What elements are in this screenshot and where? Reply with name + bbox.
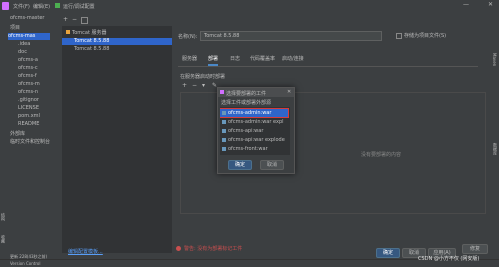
tomcat-group[interactable]: Tomcat 服务器 — [66, 30, 107, 37]
empty-hint: 没有要部署的内容 — [361, 152, 402, 158]
move-down-icon[interactable]: ▾ — [202, 82, 205, 89]
artifact-item[interactable]: ofcms-api:war explode — [222, 136, 285, 144]
warning-icon — [176, 246, 181, 251]
project-item[interactable]: ofcms-mas — [8, 33, 50, 40]
project-item[interactable]: ofcms-n — [18, 89, 38, 96]
project-item[interactable]: ofcms-c — [18, 65, 38, 72]
project-item[interactable]: ofcms-m — [18, 81, 40, 88]
name-input[interactable]: Tomcat 8.5.88 — [200, 31, 382, 41]
app-logo-icon — [220, 90, 224, 94]
ok-button[interactable]: 确定 — [376, 248, 400, 258]
artifact-list: ofcms-admin:war ofcms-admin:war expl ofc… — [220, 107, 290, 155]
warning-text: 警告: 没有为部署标记工件 — [184, 246, 243, 252]
project-item[interactable]: .idea — [18, 41, 30, 48]
close-button[interactable]: ✕ — [488, 1, 493, 8]
project-item[interactable]: LICENSE — [18, 105, 39, 112]
add-icon[interactable]: + — [63, 16, 68, 23]
watermark: CSDN @小方不仅 (网安版) — [418, 256, 480, 262]
tab-deploy[interactable]: 部署 — [208, 54, 219, 66]
tab-startup[interactable]: 启动/连接 — [282, 54, 304, 64]
modal-cancel-button[interactable]: 取消 — [260, 160, 284, 170]
artifact-chooser-dialog: 选择要部署的工件 ✕ 选择工件或部署外部源 ofcms-admin:war of… — [217, 87, 295, 174]
config-item[interactable]: Tomcat 8.5.88 — [62, 38, 172, 45]
project-item[interactable]: ofcms-a — [18, 57, 38, 64]
run-config-icon — [55, 3, 60, 8]
artifact-icon — [222, 119, 226, 124]
copy-icon[interactable] — [81, 17, 88, 24]
config-item[interactable]: Tomcat 8.5.88 — [74, 46, 109, 53]
project-panel: ofcms-master 项目 ofcms-mas .idea doc ofcm… — [6, 13, 50, 259]
status-text: 更新 228(43秒之前) — [10, 254, 48, 259]
modal-ok-button[interactable]: 确定 — [228, 160, 252, 170]
add-deploy-icon[interactable]: + — [182, 82, 187, 89]
artifact-item[interactable]: ofcms-admin:war expl — [222, 118, 284, 126]
store-label: 存储为项目文件(S) — [404, 33, 447, 39]
menu-file[interactable]: 文件(F) — [13, 3, 30, 10]
project-view-label[interactable]: 项目 — [10, 25, 20, 32]
edit-templates-link[interactable]: 编辑配置模板... — [68, 248, 103, 255]
project-item[interactable]: README — [18, 121, 39, 128]
artifact-item[interactable]: ofcms-front:war — [222, 145, 268, 153]
menu-edit[interactable]: 编辑(E) — [33, 3, 50, 10]
modal-subtitle: 选择工件或部署外部源 — [221, 100, 272, 106]
artifact-icon — [222, 110, 226, 115]
artifact-item[interactable]: ofcms-api:war — [222, 127, 263, 135]
project-root[interactable]: ofcms-master — [10, 15, 44, 22]
title-bar: 文件(F) 编辑(E) 运行/调试配置 — ✕ — [0, 0, 499, 14]
remove-icon[interactable]: − — [72, 16, 77, 23]
window-title: 运行/调试配置 — [63, 4, 95, 10]
tomcat-icon — [66, 30, 70, 34]
dialog-toolbar: + − — [50, 13, 499, 26]
artifact-icon — [222, 137, 226, 142]
deploy-label: 在服务器启动时部署 — [180, 74, 226, 80]
project-item[interactable]: 外部库 — [10, 131, 25, 138]
name-label: 名称(N): — [178, 34, 198, 40]
project-item[interactable]: doc — [18, 49, 27, 56]
project-item[interactable]: ofcms-f — [18, 73, 37, 80]
project-item[interactable]: .gitignor — [18, 97, 39, 104]
tab-log[interactable]: 日志 — [230, 54, 240, 64]
tabs: 服务器 部署 日志 代码覆盖率 启动/连接 — [178, 54, 478, 67]
fix-button[interactable]: 修复 — [462, 244, 488, 254]
artifact-icon — [222, 146, 226, 151]
project-item[interactable]: 临时文件和控制台 — [10, 139, 50, 146]
store-checkbox[interactable] — [396, 33, 402, 39]
artifact-icon — [222, 128, 226, 133]
config-tree: Tomcat 服务器 Tomcat 8.5.88 Tomcat 8.5.88 编… — [62, 26, 172, 255]
right-tool-strip: Maven 数据库 — [492, 13, 499, 259]
artifact-item[interactable]: ofcms-admin:war — [220, 108, 289, 118]
minimize-button[interactable]: — — [463, 1, 469, 8]
vcs-button[interactable]: Version Control — [10, 261, 40, 266]
tool-database[interactable]: 数据库 — [492, 143, 498, 155]
remove-deploy-icon[interactable]: − — [192, 82, 197, 89]
app-logo-icon — [2, 2, 9, 10]
project-item[interactable]: pom.xml — [18, 113, 40, 120]
tool-maven[interactable]: Maven — [492, 53, 497, 66]
tab-coverage[interactable]: 代码覆盖率 — [250, 54, 275, 64]
tab-server[interactable]: 服务器 — [182, 54, 197, 64]
modal-close-icon[interactable]: ✕ — [287, 89, 291, 95]
modal-title: 选择要部署的工件 ✕ — [218, 88, 294, 97]
